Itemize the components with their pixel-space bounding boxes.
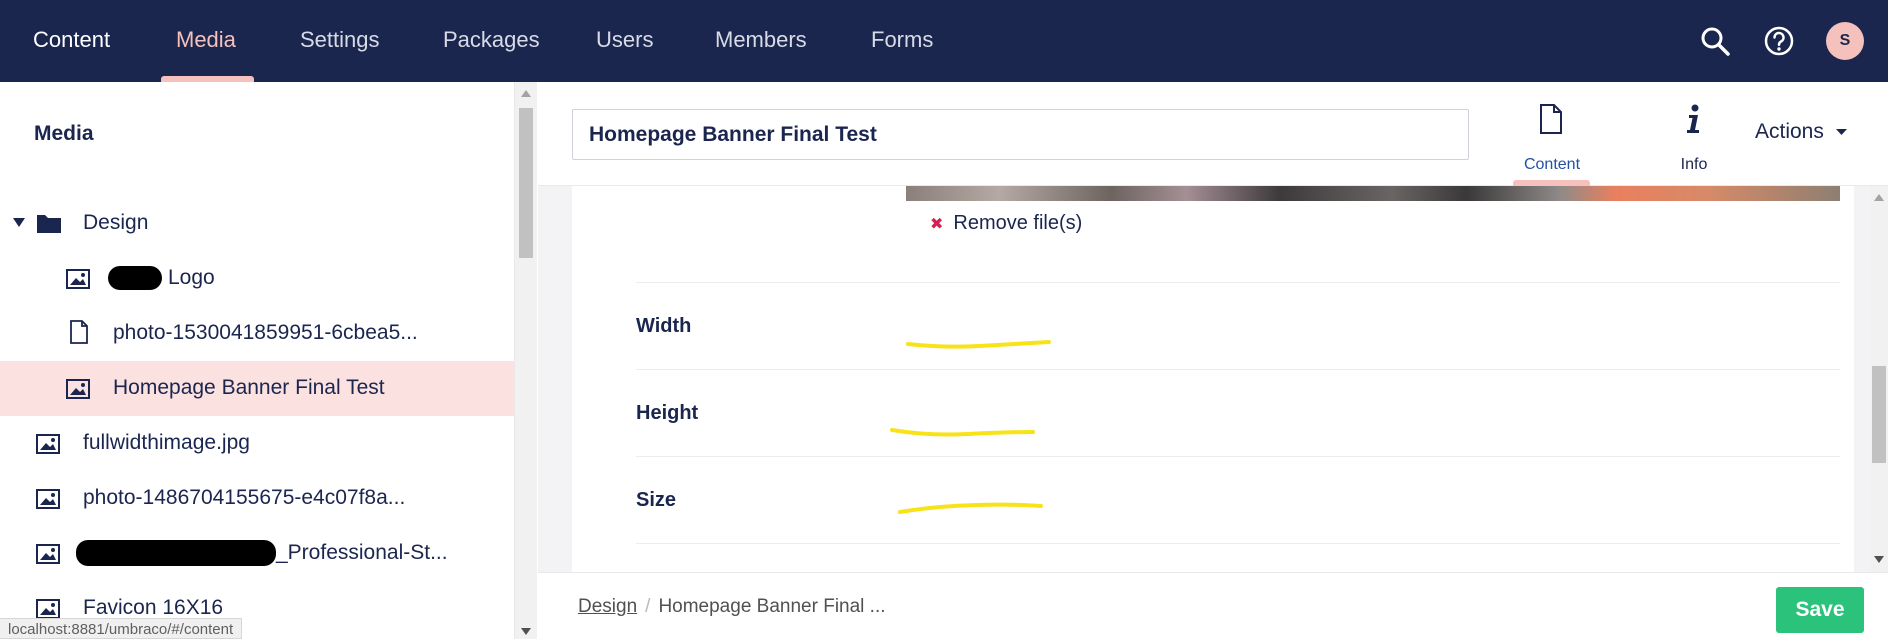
- tree-item-professional[interactable]: _Professional-St...: [0, 526, 514, 581]
- tree-scrollbar-thumb[interactable]: [519, 108, 533, 258]
- highlight-scribble: [890, 428, 1035, 437]
- image-icon: [36, 434, 60, 454]
- property-label-width: Width: [636, 315, 692, 337]
- tree-item-fullwidthimage[interactable]: fullwidthimage.jpg: [0, 416, 514, 471]
- tab-content-label: Content: [1523, 156, 1581, 173]
- tree-title: Media: [34, 122, 94, 145]
- scroll-down-arrow-icon[interactable]: [521, 628, 531, 636]
- help-icon[interactable]: [1762, 24, 1796, 58]
- redacted-text: [108, 266, 162, 290]
- tab-info[interactable]: Info: [1650, 104, 1738, 186]
- document-icon: [1540, 104, 1562, 134]
- tab-content[interactable]: Content: [1508, 104, 1596, 186]
- media-tree: Media Design Logo photo-1530041859951-6c…: [0, 82, 515, 639]
- image-icon: [36, 544, 60, 564]
- image-icon: [36, 489, 60, 509]
- scroll-down-arrow-icon[interactable]: [1874, 556, 1884, 564]
- nav-packages[interactable]: Packages: [443, 0, 540, 82]
- save-button[interactable]: Save: [1776, 587, 1864, 633]
- divider: [636, 456, 1840, 457]
- tree-item-photo-image[interactable]: photo-1486704155675-e4c07f8a...: [0, 471, 514, 526]
- remove-files-label: Remove file(s): [953, 212, 1083, 234]
- folder-icon: [37, 215, 61, 233]
- actions-button[interactable]: Actions: [1755, 120, 1847, 144]
- breadcrumb-separator: /: [645, 596, 651, 617]
- top-navigation-bar: Content Media Settings Packages Users Me…: [0, 0, 1888, 82]
- nav-settings[interactable]: Settings: [300, 0, 380, 82]
- nav-content[interactable]: Content: [33, 0, 110, 82]
- breadcrumb-link-design[interactable]: Design: [578, 596, 637, 617]
- properties-card: ✖ Remove file(s) Width Height Size: [572, 186, 1854, 572]
- tree-item-homepage-banner[interactable]: Homepage Banner Final Test: [0, 361, 514, 416]
- nav-forms[interactable]: Forms: [871, 0, 933, 82]
- editor-header: Content Info Actions: [538, 82, 1888, 186]
- tab-info-label: Info: [1680, 156, 1708, 173]
- search-icon[interactable]: [1698, 24, 1732, 58]
- highlight-scribble: [898, 502, 1043, 514]
- media-name-input[interactable]: [572, 109, 1469, 160]
- tree-item-label: Favicon 16X16: [83, 596, 224, 619]
- image-icon: [66, 269, 90, 289]
- divider: [636, 369, 1840, 370]
- caret-down-icon: [1835, 128, 1847, 135]
- editor-footer: Design / Homepage Banner Final ... Save: [538, 572, 1888, 639]
- nav-members[interactable]: Members: [715, 0, 807, 82]
- image-preview: [906, 186, 1840, 201]
- caret-down-icon[interactable]: [13, 218, 25, 228]
- remove-icon: ✖: [930, 216, 944, 233]
- scroll-up-arrow-icon[interactable]: [1874, 194, 1884, 202]
- image-icon: [36, 599, 60, 619]
- breadcrumb: Design / Homepage Banner Final ...: [578, 596, 886, 618]
- property-label-size: Size: [636, 489, 677, 511]
- nav-users[interactable]: Users: [596, 0, 653, 82]
- divider: [636, 543, 1840, 544]
- highlight-scribble: [906, 340, 1051, 349]
- tree-item-label: Homepage Banner Final Test: [113, 376, 385, 399]
- tree-item-label: _Professional-St...: [276, 541, 448, 564]
- editor-scrollbar[interactable]: [1870, 186, 1888, 572]
- user-avatar[interactable]: S: [1826, 22, 1864, 60]
- divider: [636, 282, 1840, 283]
- breadcrumb-current: Homepage Banner Final ...: [658, 596, 886, 617]
- tree-item-label: fullwidthimage.jpg: [83, 431, 250, 454]
- editor-body: ✖ Remove file(s) Width Height Size: [538, 186, 1870, 572]
- tree-item-label: photo-1486704155675-e4c07f8a...: [83, 486, 406, 509]
- tree-item-photo-file[interactable]: photo-1530041859951-6cbea5...: [0, 306, 514, 361]
- tree-item-label: Logo: [168, 266, 215, 289]
- remove-files-link[interactable]: ✖ Remove file(s): [930, 212, 1082, 235]
- tree-scrollbar[interactable]: [515, 82, 537, 639]
- info-icon: [1687, 104, 1699, 133]
- file-icon: [70, 320, 88, 344]
- redacted-text: [76, 540, 276, 566]
- tree-item-design[interactable]: Design: [0, 196, 514, 251]
- tree-item-logo[interactable]: Logo: [0, 251, 514, 306]
- tree-item-label: photo-1530041859951-6cbea5...: [113, 321, 418, 344]
- scroll-up-arrow-icon[interactable]: [521, 90, 531, 98]
- nav-media[interactable]: Media: [176, 0, 236, 82]
- image-icon: [66, 379, 90, 399]
- tree-item-label: Design: [83, 211, 149, 234]
- actions-label: Actions: [1755, 120, 1824, 143]
- browser-status-url: localhost:8881/umbraco/#/content: [0, 618, 243, 639]
- editor-scrollbar-thumb[interactable]: [1872, 366, 1886, 463]
- property-label-height: Height: [636, 402, 699, 424]
